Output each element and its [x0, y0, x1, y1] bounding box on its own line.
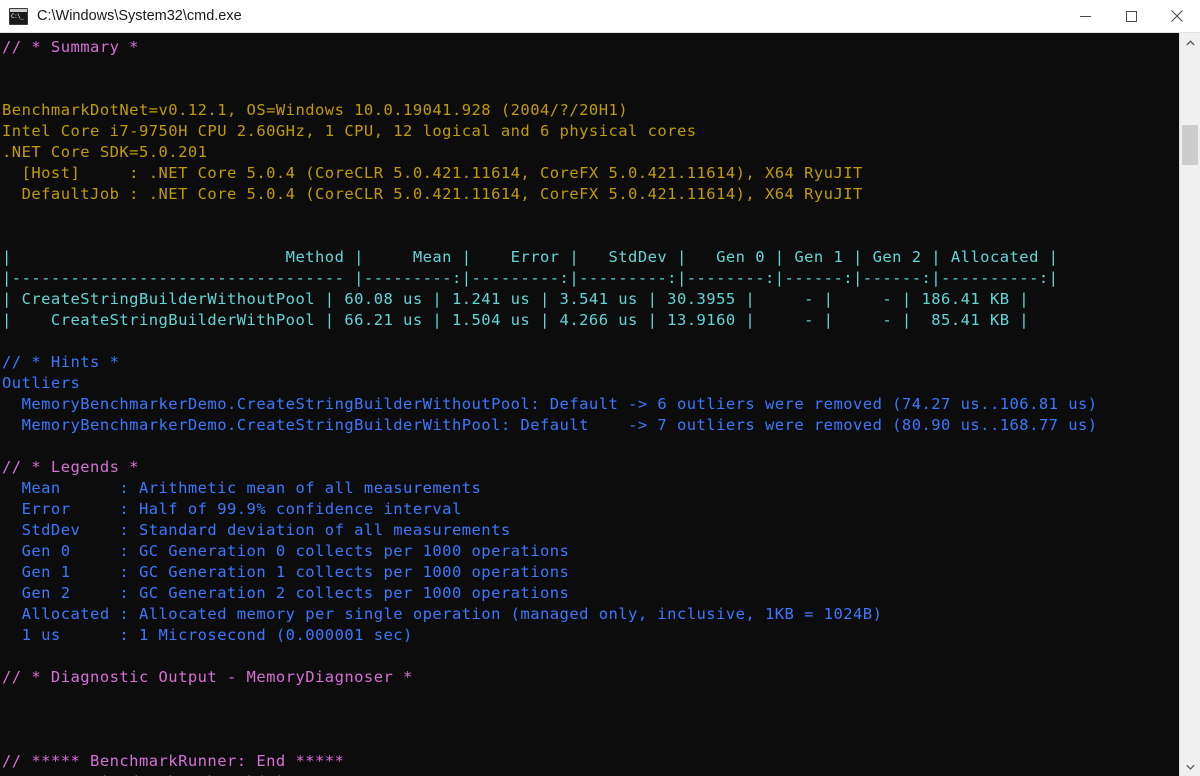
close-button[interactable]: [1154, 0, 1200, 32]
console-line: // * Diagnostic Output - MemoryDiagnoser…: [2, 668, 413, 686]
chevron-up-icon: [1185, 39, 1195, 45]
console-line: DefaultJob : .NET Core 5.0.4 (CoreCLR 5.…: [2, 185, 863, 203]
window-controls: [1062, 0, 1200, 32]
minimize-icon: [1079, 15, 1091, 17]
console-line: Gen 0 : GC Generation 0 collects per 100…: [2, 542, 570, 560]
console-line: MemoryBenchmarkerDemo.CreateStringBuilde…: [2, 416, 1098, 434]
console-line: .NET Core SDK=5.0.201: [2, 143, 208, 161]
chevron-down-icon: [1185, 764, 1195, 770]
scrollbar-track[interactable]: [1180, 52, 1200, 757]
maximize-button[interactable]: [1108, 0, 1154, 32]
scroll-down-arrow-icon[interactable]: [1180, 757, 1200, 776]
console-line: StdDev : Standard deviation of all measu…: [2, 521, 511, 539]
console-line: Gen 2 : GC Generation 2 collects per 100…: [2, 584, 570, 602]
maximize-icon: [1125, 10, 1137, 22]
console-line: Gen 1 : GC Generation 1 collects per 100…: [2, 563, 570, 581]
minimize-button[interactable]: [1062, 0, 1108, 32]
console-line: // ** Remained 0 benchmark(s) to run **: [2, 772, 1179, 776]
console-line: Outliers: [2, 374, 81, 392]
console-line: // * Summary *: [2, 38, 139, 56]
console-line: | Method | Mean | Error | StdDev | Gen 0…: [2, 248, 1059, 266]
console-line: Error : Half of 99.9% confidence interva…: [2, 500, 462, 518]
console-output[interactable]: // * Summary * BenchmarkDotNet=v0.12.1, …: [0, 33, 1179, 776]
console-line: | CreateStringBuilderWithPool | 66.21 us…: [2, 311, 1030, 329]
console-area: // * Summary * BenchmarkDotNet=v0.12.1, …: [0, 33, 1200, 776]
console-line: // ***** BenchmarkRunner: End *****: [2, 752, 345, 770]
console-line: Intel Core i7-9750H CPU 2.60GHz, 1 CPU, …: [2, 122, 697, 140]
console-line: [Host] : .NET Core 5.0.4 (CoreCLR 5.0.42…: [2, 164, 863, 182]
title-bar-left: C:\Windows\System32\cmd.exe: [0, 7, 1062, 25]
window-title: C:\Windows\System32\cmd.exe: [37, 8, 242, 24]
console-line: MemoryBenchmarkerDemo.CreateStringBuilde…: [2, 395, 1098, 413]
scroll-up-arrow-icon[interactable]: [1180, 33, 1200, 52]
console-line: BenchmarkDotNet=v0.12.1, OS=Windows 10.0…: [2, 101, 629, 119]
vertical-scrollbar[interactable]: [1179, 33, 1200, 776]
cmd-window: C:\Windows\System32\cmd.exe //: [0, 0, 1200, 776]
close-icon: [1171, 10, 1183, 22]
console-line: Mean : Arithmetic mean of all measuremen…: [2, 479, 482, 497]
cmd-console-icon: [9, 7, 28, 25]
console-line: | CreateStringBuilderWithoutPool | 60.08…: [2, 290, 1030, 308]
console-line: // * Hints *: [2, 353, 120, 371]
title-bar[interactable]: C:\Windows\System32\cmd.exe: [0, 0, 1200, 33]
console-line: |---------------------------------- |---…: [2, 269, 1059, 287]
console-line: // * Legends *: [2, 458, 139, 476]
console-line: Allocated : Allocated memory per single …: [2, 605, 883, 623]
scrollbar-thumb[interactable]: [1182, 125, 1198, 165]
console-line: 1 us : 1 Microsecond (0.000001 sec): [2, 626, 413, 644]
